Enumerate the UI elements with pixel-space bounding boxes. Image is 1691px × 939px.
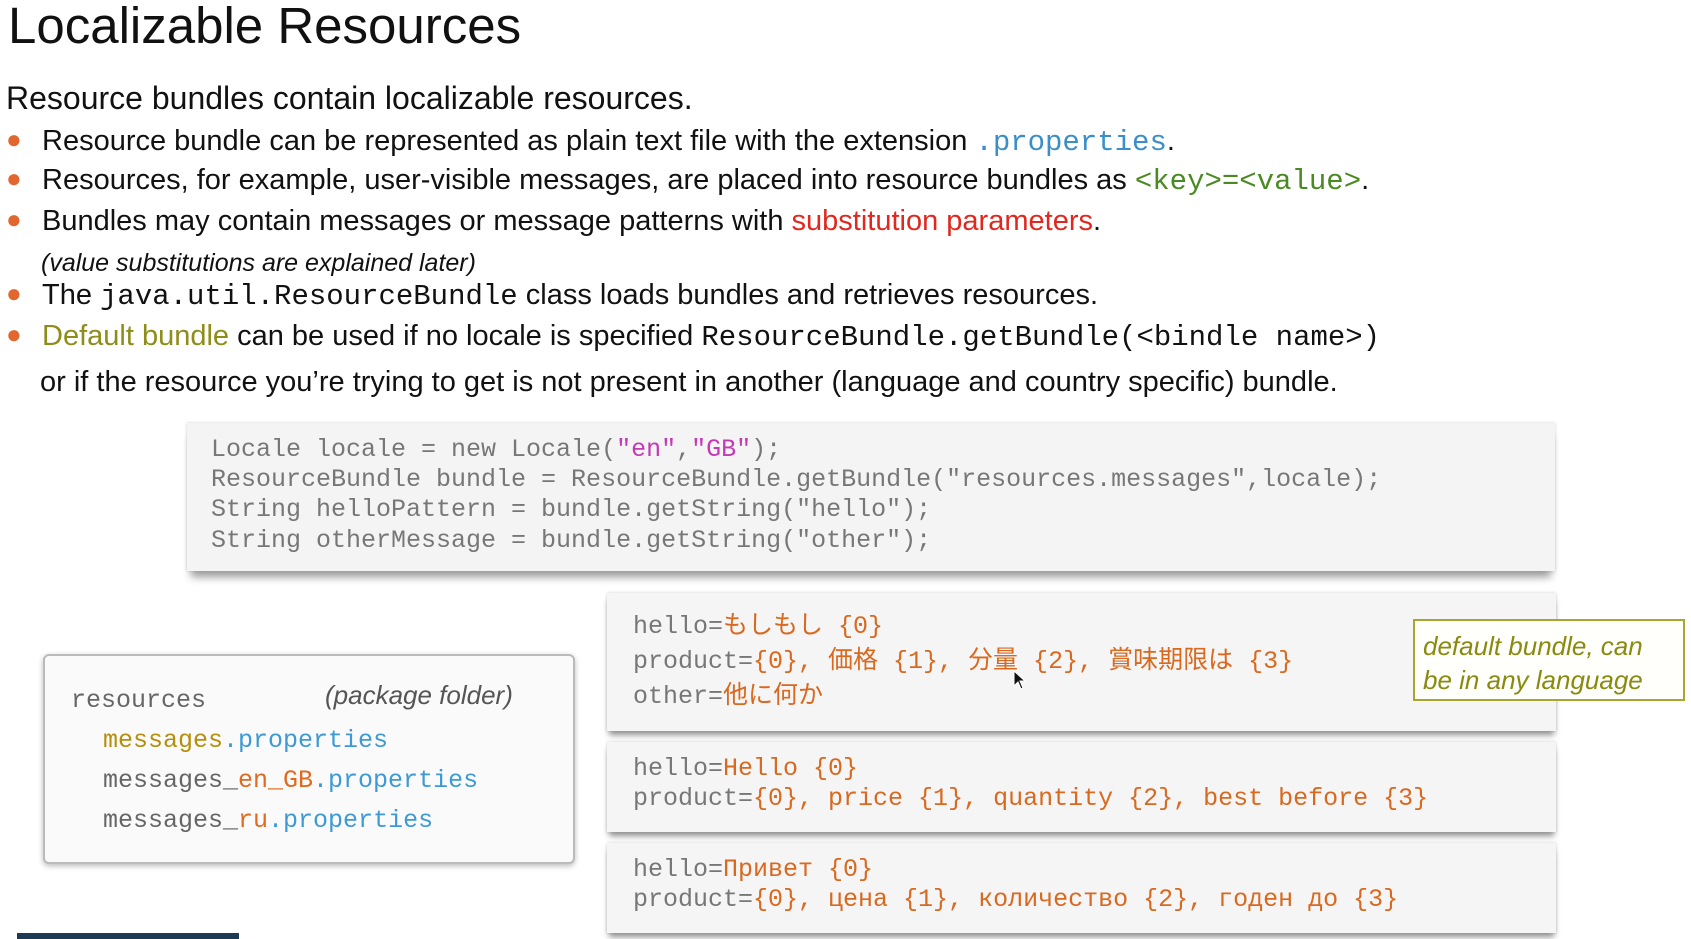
bundle-en-line-1: hello=Hello {0} [633, 754, 858, 783]
file-2-name: messages_ [103, 766, 239, 795]
bullet-2-code: <key>=<value> [1134, 165, 1362, 198]
value-hello: Привет {0} [723, 855, 874, 884]
value-other: 他に何か [723, 682, 824, 711]
bullet-3-highlight: substitution parameters [791, 205, 1093, 237]
bullet-5-text: can be used if no locale is specified [229, 320, 702, 352]
code-line-1-b: ); [751, 435, 782, 464]
bullet-3-period: . [1092, 205, 1102, 237]
callout-line-2: be in any language [1423, 665, 1643, 695]
page-title: Localizable Resources [8, 0, 522, 54]
bullet-1-period: . [1166, 125, 1175, 157]
file-3-ext: .properties [268, 806, 434, 835]
file-2-locale: en_GB [238, 766, 314, 795]
bullet-1-code: .properties [975, 126, 1167, 159]
key-hello: hello= [633, 855, 724, 884]
bullet-dot-icon: ● [6, 163, 22, 193]
mouse-cursor-icon [1013, 670, 1027, 690]
code-line-4: String otherMessage = bundle.getString("… [211, 526, 932, 555]
code-block: Locale locale = new Locale("en","GB"); R… [187, 423, 1555, 571]
bullet-3-note: (value substitutions are explained later… [41, 249, 476, 277]
bullet-dot-icon: ● [6, 204, 22, 234]
code-line-1: Locale locale = new Locale("en","GB"); [211, 435, 781, 464]
code-line-3: String helloPattern = bundle.getString("… [211, 495, 932, 524]
bullet-2-period: . [1361, 164, 1370, 196]
value-product: {0}, цена {1}, количество {2}, годен до … [753, 885, 1399, 914]
value-hello: Hello {0} [723, 754, 859, 783]
key-hello: hello= [633, 612, 724, 641]
bullet-1-text: Resource bundle can be represented as pl… [42, 125, 976, 157]
key-product: product= [633, 885, 754, 914]
bullet-3-text: Bundles may contain messages or message … [42, 205, 792, 237]
bundle-default-line-2: product={0}, 価格 {1}, 分量 {2}, 賞味期限は {3} [633, 640, 1293, 676]
file-messages-ru: messages_ru.properties [103, 806, 433, 835]
file-messages-default: messages.properties [103, 726, 388, 755]
file-3-locale: ru [238, 806, 269, 835]
bundle-ru-line-2: product={0}, цена {1}, количество {2}, г… [633, 885, 1398, 914]
key-other: other= [633, 682, 724, 711]
file-messages-en-gb: messages_en_GB.properties [103, 766, 478, 795]
folder-note: (package folder) [325, 680, 513, 710]
code-line-2: ResourceBundle bundle = ResourceBundle.g… [211, 465, 1382, 494]
bullet-5-continuation: or if the resource you’re trying to get … [40, 366, 1338, 398]
bundle-default-line-3: other=他に何か [633, 675, 823, 711]
default-bundle-callout: default bundle, can be in any language [1413, 619, 1685, 701]
bundle-ru-line-1: hello=Привет {0} [633, 855, 873, 884]
file-3-name: messages_ [103, 806, 239, 835]
key-hello: hello= [633, 754, 724, 783]
bullet-dot-icon: ● [6, 124, 22, 154]
code-string-en: "en" [616, 435, 677, 464]
bullet-5-code: ResourceBundle.getBundle(<bindle name>) [701, 321, 1381, 354]
bundle-ru: hello=Привет {0} product={0}, цена {1}, … [607, 843, 1556, 933]
bullet-4-pre: The [42, 279, 101, 311]
callout-line-1: default bundle, can [1423, 631, 1643, 661]
progress-bar-accent [17, 933, 239, 939]
code-line-1-a: Locale locale = new Locale( [211, 435, 617, 464]
bundle-default-line-1: hello=もしもし {0} [633, 605, 883, 641]
folder-name: resources [71, 686, 207, 715]
value-hello: もしもし {0} [723, 612, 884, 641]
bullet-4-code: java.util.ResourceBundle [100, 280, 518, 313]
bullet-5-highlight: Default bundle [42, 320, 230, 352]
file-2-ext: .properties [313, 766, 479, 795]
bullet-dot-icon: ● [6, 319, 22, 349]
bullet-2-text: Resources, for example, user-visible mes… [42, 164, 1135, 196]
bundle-en-gb: hello=Hello {0} product={0}, price {1}, … [607, 742, 1556, 832]
resources-folder-box: resources (package folder) messages.prop… [43, 654, 575, 864]
key-product: product= [633, 647, 754, 676]
bullet-4-text: class loads bundles and retrieves resour… [517, 279, 1099, 311]
bullet-dot-icon: ● [6, 278, 22, 308]
bundle-en-line-2: product={0}, price {1}, quantity {2}, be… [633, 784, 1428, 813]
code-string-gb: "GB" [691, 435, 752, 464]
value-product: {0}, price {1}, quantity {2}, best befor… [753, 784, 1429, 813]
intro-text: Resource bundles contain localizable res… [6, 80, 693, 116]
file-1-ext: .properties [223, 726, 389, 755]
code-line-1-comma: , [676, 435, 692, 464]
file-1-name: messages [103, 726, 224, 755]
key-product: product= [633, 784, 754, 813]
